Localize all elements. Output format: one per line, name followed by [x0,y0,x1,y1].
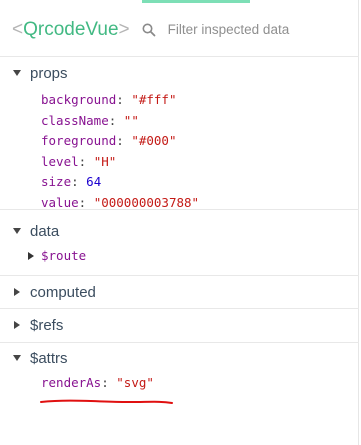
search-box [142,22,348,37]
prop-key: value [41,194,79,210]
section-props-header[interactable]: props [0,61,359,85]
section-data-header[interactable]: data [0,219,359,243]
component-open-bracket: < [12,18,24,40]
prop-row[interactable]: background: "#fff" [41,90,359,111]
prop-key: background [41,92,117,107]
prop-value: "" [123,112,139,128]
triangle-right-icon [14,321,20,329]
prop-key: className [41,112,109,128]
prop-key: foreground [41,133,117,148]
props-list: background: "#fff" className: "" foregro… [0,90,359,213]
section-computed-header[interactable]: computed [0,280,359,304]
prop-row[interactable]: level: "H" [41,152,359,173]
section-refs-header[interactable]: $refs [0,313,359,337]
section-data: data $route [0,212,359,276]
section-refs-title: $refs [30,316,64,334]
prop-value: "H" [93,153,117,169]
prop-row[interactable]: size: 64 [41,172,359,193]
section-computed: computed [0,277,359,309]
section-props-title: props [30,64,68,82]
section-props: props background: "#fff" className: "" f… [0,58,359,210]
triangle-right-icon [14,288,20,296]
prop-key: level [41,153,79,169]
prop-row[interactable]: foreground: "#000" [41,131,359,152]
triangle-right-icon [28,252,34,261]
component-name: <QrcodeVue> [12,19,130,41]
section-attrs: $attrs renderAs: "svg" [0,344,359,445]
triangle-down-icon [13,228,21,234]
prop-value: "000000003788" [93,194,200,210]
inspector-panel: <QrcodeVue> props background: "#fff" cla… [0,0,359,445]
prop-value: "#fff" [131,92,177,107]
data-list: $route [0,246,359,267]
prop-row[interactable]: value: "000000003788" [41,193,359,214]
triangle-down-icon [13,70,21,76]
search-input[interactable] [167,22,348,37]
section-data-title: data [30,222,60,240]
prop-value: 64 [86,174,102,189]
red-underline-annotation [40,399,173,404]
component-name-label: QrcodeVue [23,18,119,40]
section-refs: $refs [0,310,359,343]
component-close-bracket: > [118,18,130,40]
prop-value: "#000" [131,133,177,148]
inspector-header: <QrcodeVue> [0,3,359,57]
prop-row[interactable]: className: "" [41,111,359,132]
prop-key: size [41,174,72,189]
data-row-route[interactable]: $route [28,246,359,267]
data-key: $route [41,248,87,263]
section-computed-title: computed [30,283,96,301]
search-icon [142,23,156,37]
